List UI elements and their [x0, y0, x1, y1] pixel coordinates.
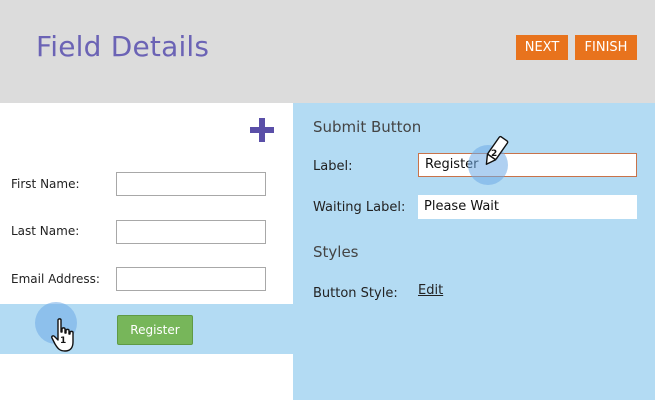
page-title: Field Details — [36, 30, 210, 63]
first-name-label: First Name: — [11, 177, 80, 191]
waiting-label-input[interactable]: Please Wait — [418, 195, 637, 219]
email-address-input[interactable] — [116, 267, 266, 291]
styles-heading: Styles — [313, 243, 359, 261]
finish-button[interactable]: FINISH — [575, 35, 637, 60]
first-name-input[interactable] — [116, 172, 266, 196]
label-input[interactable]: Register — [418, 153, 637, 177]
edit-button-style-link[interactable]: Edit — [418, 283, 443, 298]
register-button[interactable]: Register — [117, 315, 193, 345]
step-2-number: 2 — [491, 149, 498, 159]
next-button[interactable]: NEXT — [516, 35, 568, 60]
add-field-icon[interactable] — [250, 118, 274, 142]
step-1-number: 1 — [60, 336, 67, 346]
last-name-input[interactable] — [116, 220, 266, 244]
waiting-label-field-label: Waiting Label: — [313, 200, 406, 215]
button-style-label: Button Style: — [313, 286, 398, 301]
header-bar: Field Details NEXT FINISH — [0, 0, 655, 103]
submit-button-heading: Submit Button — [313, 118, 422, 136]
last-name-label: Last Name: — [11, 224, 80, 238]
form-preview-panel — [0, 103, 293, 400]
email-address-label: Email Address: — [11, 272, 100, 286]
label-field-label: Label: — [313, 159, 353, 174]
